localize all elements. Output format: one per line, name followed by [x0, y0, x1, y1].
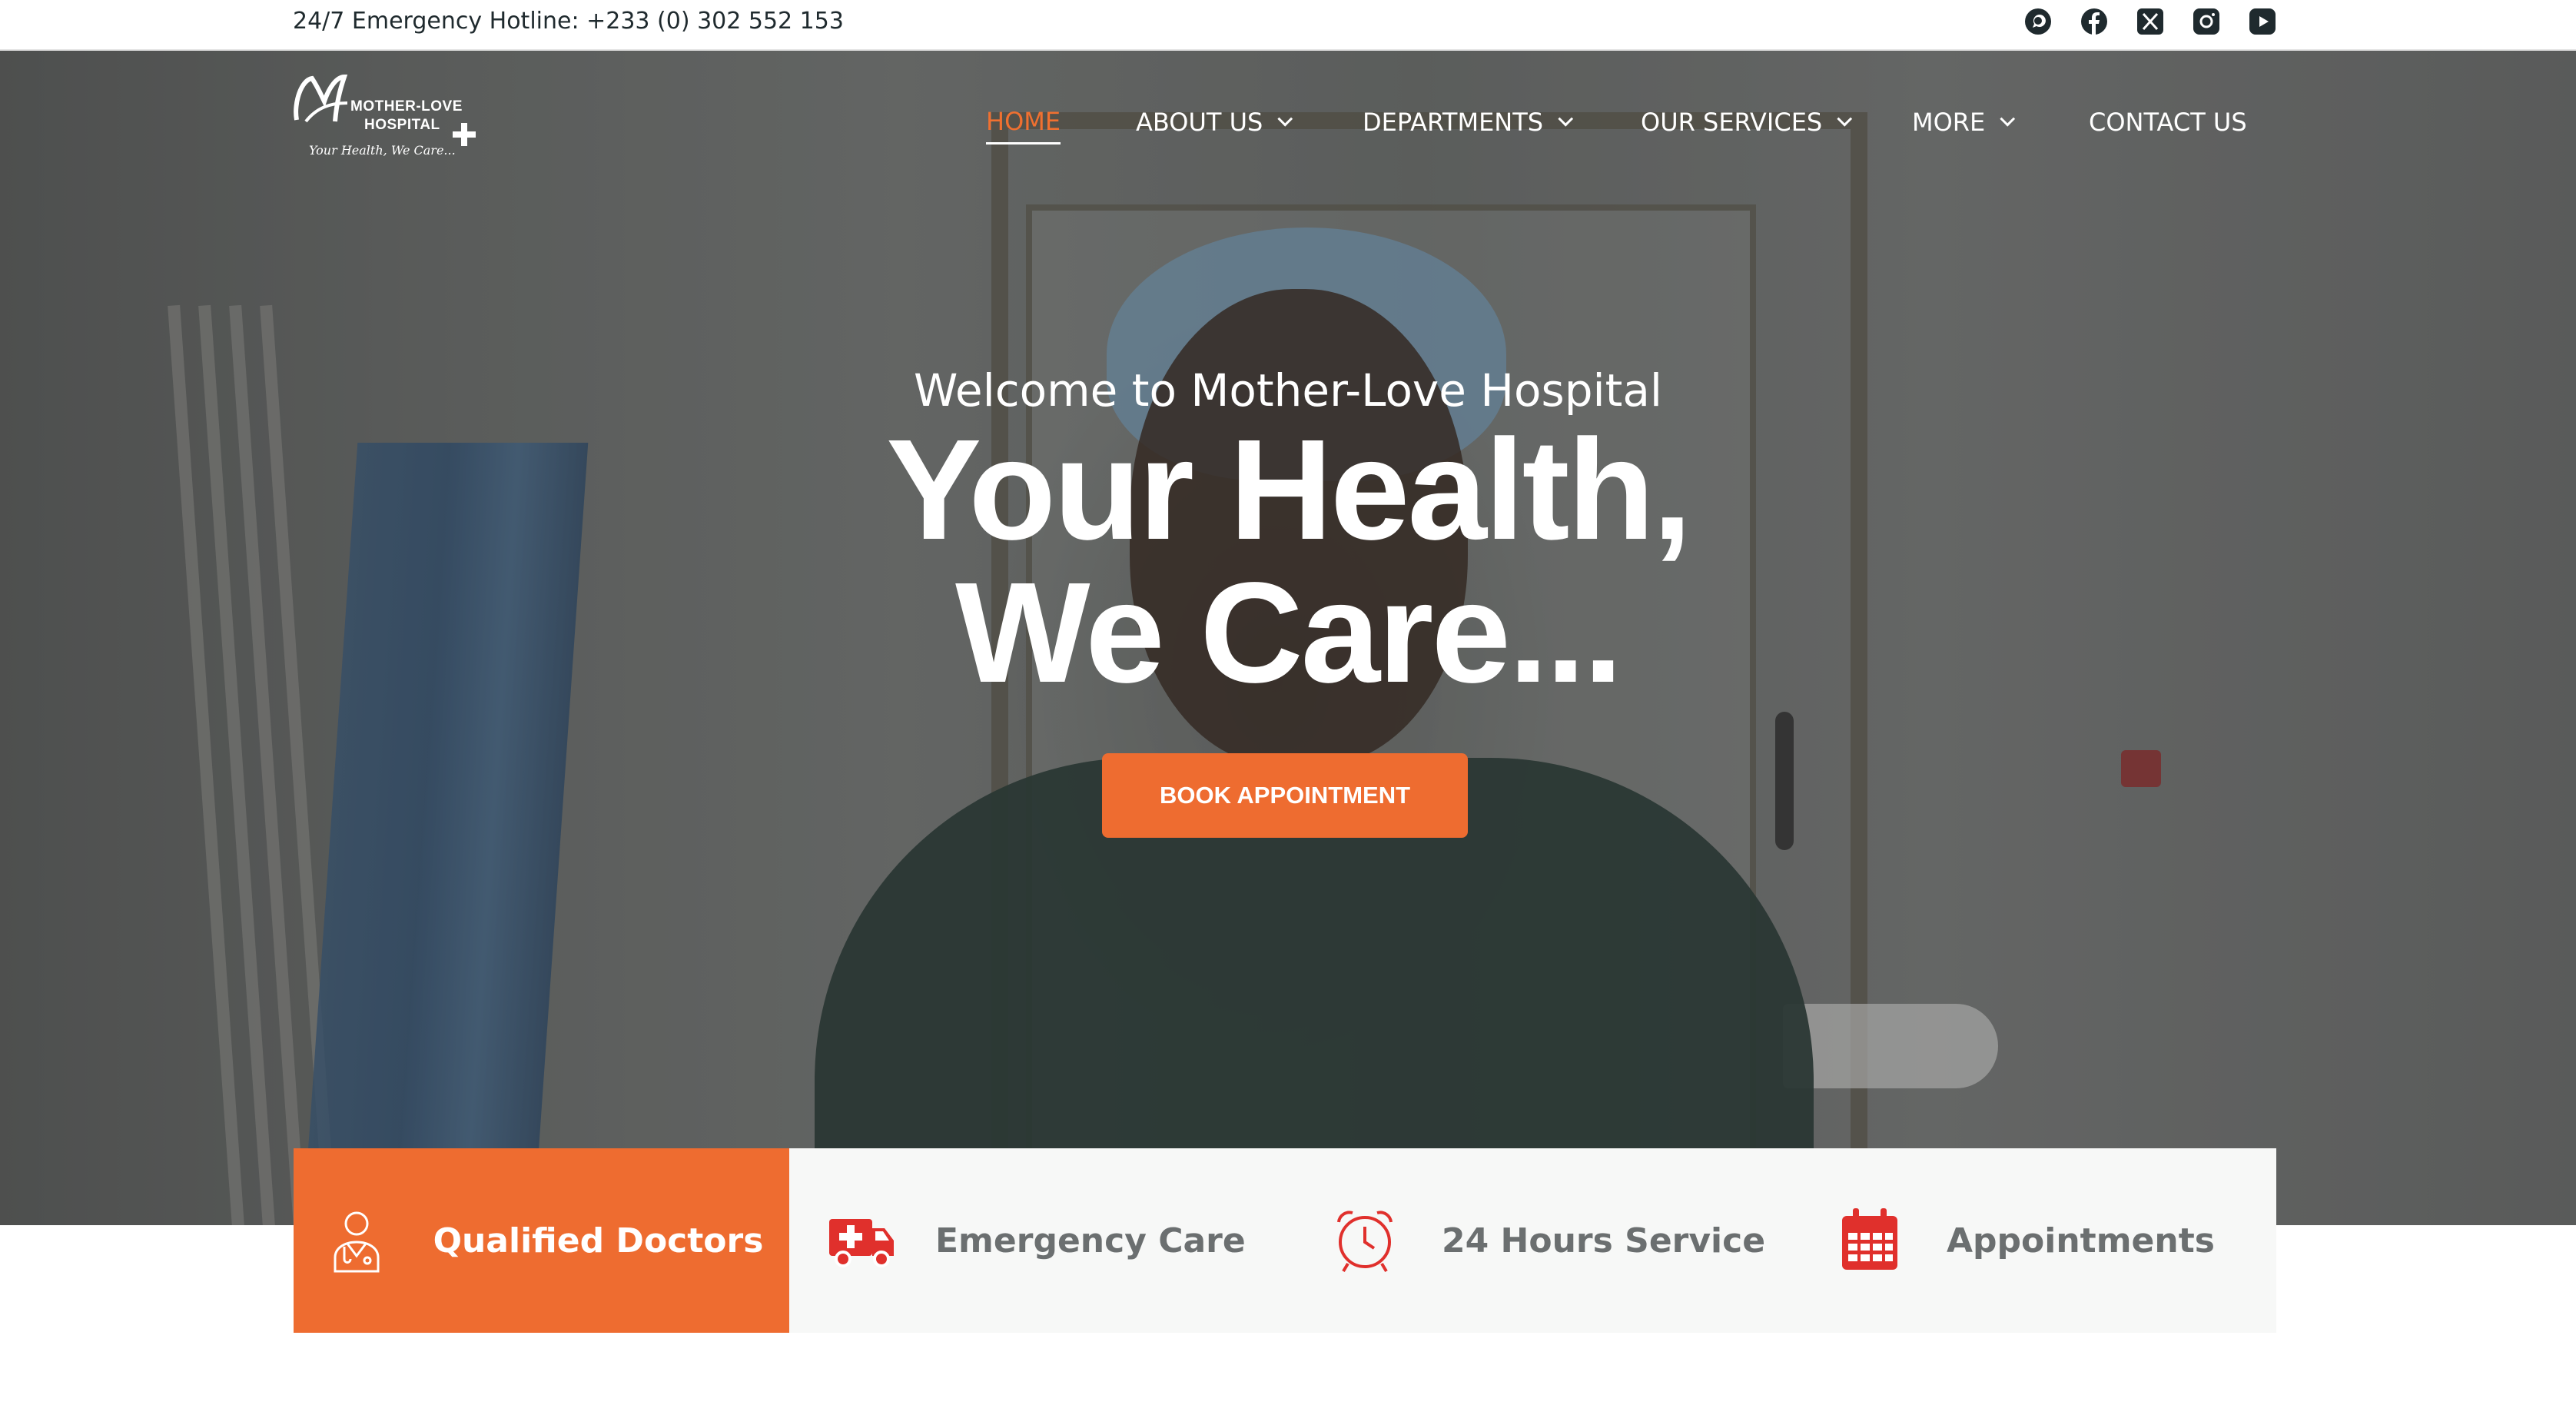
doctor-icon: [320, 1202, 393, 1280]
nav-contact-us[interactable]: CONTACT US: [2089, 100, 2247, 144]
nav-our-services-label: OUR SERVICES: [1641, 108, 1823, 137]
social-links: [2023, 6, 2278, 37]
hero-welcome-text: Welcome to Mother-Love Hospital: [913, 364, 1663, 417]
instagram-icon[interactable]: [2191, 6, 2222, 37]
nav-contact-us-label: CONTACT US: [2089, 108, 2247, 137]
feature-label: Emergency Care: [935, 1221, 1246, 1261]
calendar-icon: [1833, 1202, 1907, 1280]
whatsapp-icon[interactable]: [2023, 6, 2053, 37]
facebook-icon[interactable]: [2079, 6, 2110, 37]
nav-more-label: MORE: [1912, 108, 1986, 137]
feature-label: 24 Hours Service: [1442, 1221, 1766, 1261]
book-appointment-button[interactable]: BOOK APPOINTMENT: [1102, 753, 1468, 838]
nav-home[interactable]: HOME: [986, 100, 1061, 144]
feature-24-hours-service[interactable]: 24 Hours Service: [1285, 1148, 1781, 1333]
nav-departments-label: DEPARTMENTS: [1363, 108, 1544, 137]
feature-qualified-doctors[interactable]: Qualified Doctors: [294, 1148, 789, 1333]
nav-more[interactable]: MORE: [1912, 100, 2016, 144]
nav-our-services[interactable]: OUR SERVICES: [1641, 100, 1853, 144]
nav-departments[interactable]: DEPARTMENTS: [1363, 100, 1574, 144]
nav-about-us-label: ABOUT US: [1136, 108, 1263, 137]
hero-title-line-2: We Care...: [955, 553, 1623, 712]
logo-line-2: HOSPITAL: [364, 117, 440, 133]
features-strip: Qualified Doctors Emergency Care 24 Hour…: [294, 1148, 2276, 1333]
site-logo[interactable]: MOTHER-LOVE HOSPITAL Your Health, We Car…: [290, 72, 486, 169]
ambulance-icon: [825, 1202, 898, 1280]
logo-line-1: MOTHER-LOVE: [350, 98, 463, 115]
emergency-hotline: 24/7 Emergency Hotline: +233 (0) 302 552…: [293, 8, 844, 35]
feature-emergency-care[interactable]: Emergency Care: [789, 1148, 1285, 1333]
nav-home-label: HOME: [986, 106, 1061, 136]
nav-about-us[interactable]: ABOUT US: [1136, 100, 1293, 144]
top-bar: 24/7 Emergency Hotline: +233 (0) 302 552…: [0, 0, 2576, 51]
feature-label: Qualified Doctors: [433, 1221, 764, 1261]
x-icon[interactable]: [2135, 6, 2166, 37]
alarm-clock-icon: [1328, 1202, 1402, 1280]
hero-title-line-1: Your Health,: [886, 410, 1692, 570]
hero-title: Your Health, We Care...: [0, 419, 2576, 705]
feature-appointments[interactable]: Appointments: [1781, 1148, 2276, 1333]
feature-label: Appointments: [1947, 1221, 2215, 1261]
youtube-icon[interactable]: [2247, 6, 2278, 37]
logo-tagline: Your Health, We Care...: [309, 143, 456, 158]
